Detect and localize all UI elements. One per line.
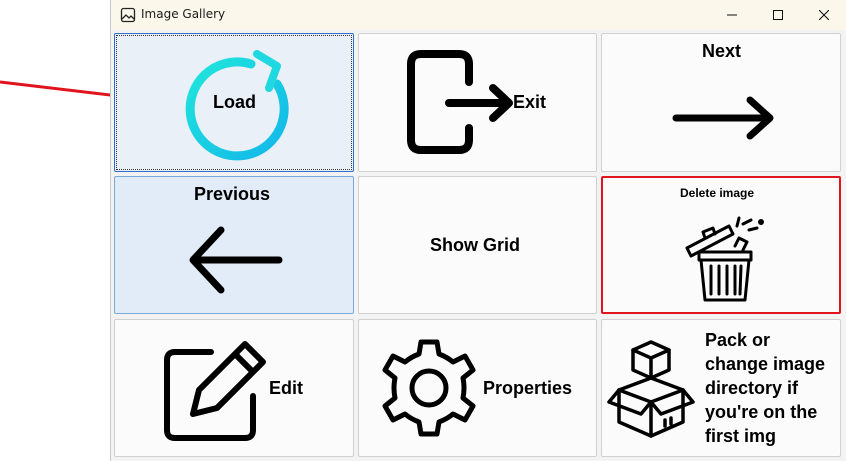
- properties-button[interactable]: Properties: [358, 319, 597, 457]
- load-button[interactable]: Load: [114, 33, 354, 172]
- boxes-icon: [607, 340, 695, 438]
- trash-icon: [685, 216, 764, 302]
- pack-label-line1: Pack or: [705, 330, 771, 350]
- next-button[interactable]: Next: [601, 33, 841, 172]
- show-grid-label: Show Grid: [430, 235, 520, 255]
- maximize-icon: [773, 10, 783, 20]
- pack-label-line4: you're on the: [705, 402, 818, 422]
- minimize-icon: [727, 14, 737, 16]
- show-grid-button[interactable]: Show Grid: [358, 176, 597, 314]
- exit-button[interactable]: Exit: [358, 33, 597, 172]
- previous-label: Previous: [194, 184, 271, 204]
- gear-icon: [382, 339, 476, 437]
- pack-directory-button[interactable]: Pack or change image directory if you're…: [601, 319, 841, 457]
- pack-label-line5: first img: [705, 426, 777, 446]
- arrow-left-icon: [189, 226, 283, 294]
- exit-icon: [407, 50, 513, 154]
- close-icon: [819, 10, 829, 20]
- previous-button[interactable]: Previous: [114, 176, 354, 314]
- maximize-button[interactable]: [755, 0, 801, 30]
- edit-label: Edit: [269, 378, 303, 398]
- exit-label: Exit: [513, 92, 547, 112]
- title-bar: Image Gallery: [111, 0, 846, 30]
- pack-label-line2: change image: [705, 354, 826, 374]
- load-label: Load: [213, 92, 256, 112]
- pencil-icon: [164, 341, 266, 441]
- edit-button[interactable]: Edit: [114, 319, 354, 457]
- reload-icon: [185, 50, 289, 161]
- image-gallery-window: Image Gallery Load Exit Next Previous Sh…: [110, 0, 846, 461]
- next-label: Next: [702, 41, 742, 61]
- close-button[interactable]: [801, 0, 846, 30]
- pack-label-line3: directory if: [705, 378, 799, 398]
- properties-label: Properties: [483, 378, 573, 398]
- minimize-button[interactable]: [709, 0, 755, 30]
- delete-image-label: Delete image: [680, 186, 755, 200]
- window-title: Image Gallery: [141, 7, 226, 21]
- delete-image-button[interactable]: Delete image: [601, 176, 841, 314]
- image-app-icon: [120, 7, 136, 23]
- arrow-right-icon: [672, 96, 774, 140]
